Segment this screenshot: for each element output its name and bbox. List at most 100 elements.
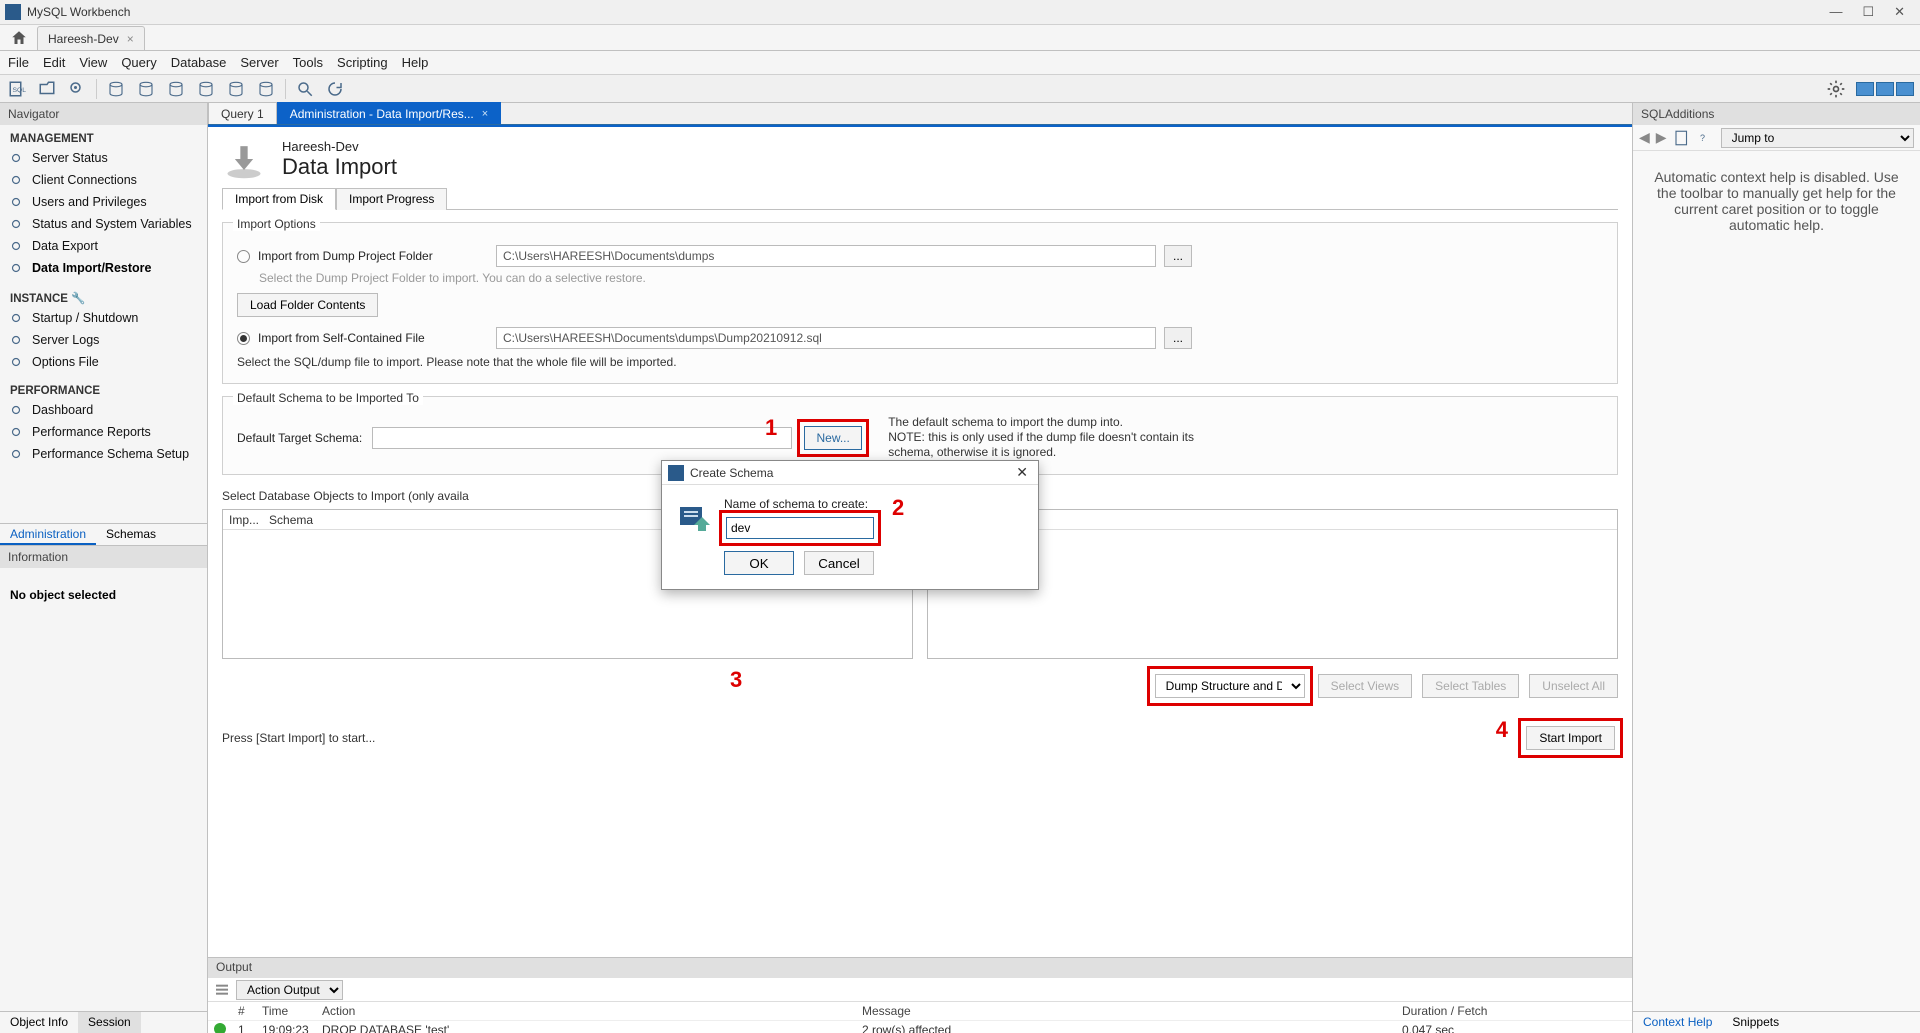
menu-database[interactable]: Database [171,55,227,70]
col-schema: Schema [269,513,313,527]
nav-item-label: Options File [32,355,99,369]
nav-back-button[interactable]: ◀ [1639,129,1650,146]
auto-help-icon[interactable]: ? [1697,129,1715,147]
browse-self-contained-button[interactable]: ... [1164,327,1192,349]
radio-dump-folder[interactable] [237,250,250,263]
navigator-tabs: Administration Schemas [0,523,207,545]
annotation-4: 4 [1496,717,1508,743]
select-views-button[interactable]: Select Views [1318,674,1412,698]
tab-schemas[interactable]: Schemas [96,524,166,545]
nav-item-performance-reports[interactable]: Performance Reports [0,421,207,443]
ok-button[interactable]: OK [724,551,794,575]
menu-bar: File Edit View Query Database Server Too… [0,51,1920,75]
connection-tab-label: Hareesh-Dev [48,32,119,46]
nav-item-label: Server Logs [32,333,99,347]
information-title: Information [0,546,207,568]
radio-self-contained[interactable] [237,332,250,345]
annotation-3: 3 [730,667,742,693]
output-panel: Output Action Output # Time Action Messa… [208,957,1632,1033]
editor-tab-query1[interactable]: Query 1 [208,102,277,124]
col-duration: Duration / Fetch [1396,1002,1632,1020]
toolbar-db-6[interactable] [255,78,277,100]
browse-dump-folder-button[interactable]: ... [1164,245,1192,267]
toggle-right-panel[interactable] [1896,82,1914,96]
dialog-close-button[interactable]: ✕ [1012,464,1032,481]
nav-forward-button[interactable]: ▶ [1656,129,1667,146]
toolbar-db-5[interactable] [225,78,247,100]
toolbar-db-2[interactable] [135,78,157,100]
import-options-title: Import Options [233,217,320,231]
nav-item-label: Data Export [32,239,98,253]
tab-session[interactable]: Session [78,1012,141,1033]
toolbar-search[interactable] [294,78,316,100]
toolbar-inspector[interactable] [66,78,88,100]
nav-item-server-logs[interactable]: Server Logs [0,329,207,351]
nav-item-status-and-system-variables[interactable]: Status and System Variables [0,213,207,235]
tab-snippets[interactable]: Snippets [1722,1012,1789,1033]
output-type-select[interactable]: Action Output [236,980,343,1000]
tab-administration[interactable]: Administration [0,524,96,545]
connection-tab[interactable]: Hareesh-Dev × [37,26,145,50]
nav-item-server-status[interactable]: Server Status [0,147,207,169]
load-folder-contents-button[interactable]: Load Folder Contents [237,293,378,317]
jump-to-select[interactable]: Jump to [1721,128,1914,148]
tab-object-info[interactable]: Object Info [0,1012,78,1033]
dump-structure-select[interactable]: Dump Structure and Dat [1155,674,1305,698]
unselect-all-button[interactable]: Unselect All [1529,674,1618,698]
select-tables-button[interactable]: Select Tables [1422,674,1519,698]
gear-icon[interactable] [1826,79,1846,99]
home-button[interactable] [5,26,33,50]
toolbar-db-1[interactable] [105,78,127,100]
default-target-schema-input[interactable] [372,427,792,449]
toggle-left-panel[interactable] [1856,82,1874,96]
toolbar-open-sql[interactable] [36,78,58,100]
minimize-button[interactable]: — [1829,4,1842,20]
close-icon[interactable]: × [482,108,488,120]
editor-tab-data-import[interactable]: Administration - Data Import/Res...× [277,102,502,124]
annotation-1: 1 [765,415,777,441]
toolbar-reconnect[interactable] [324,78,346,100]
app-icon [5,4,21,20]
output-row[interactable]: 1 19:09:23 DROP DATABASE 'test' 2 row(s)… [208,1021,1632,1033]
nav-item-dashboard[interactable]: Dashboard [0,399,207,421]
maximize-button[interactable]: ☐ [1862,4,1874,20]
dialog-title: Create Schema [690,466,1012,480]
new-schema-button[interactable]: New... [804,426,862,450]
nav-item-options-file[interactable]: Options File [0,351,207,373]
close-icon[interactable]: × [127,32,134,46]
report-icon [8,424,24,440]
schema-name-input[interactable] [726,517,874,539]
nav-item-users-and-privileges[interactable]: Users and Privileges [0,191,207,213]
cancel-button[interactable]: Cancel [804,551,874,575]
toolbar-db-4[interactable] [195,78,217,100]
tab-context-help[interactable]: Context Help [1633,1012,1722,1033]
menu-help[interactable]: Help [402,55,429,70]
toggle-bottom-panel[interactable] [1876,82,1894,96]
dump-folder-path-input[interactable] [496,245,1156,267]
start-import-button[interactable]: Start Import [1526,726,1615,750]
toolbar-db-3[interactable] [165,78,187,100]
col-message: Message [856,1002,1396,1020]
menu-query[interactable]: Query [121,55,156,70]
dialog-app-icon [668,465,684,481]
menu-file[interactable]: File [8,55,29,70]
menu-tools[interactable]: Tools [293,55,323,70]
tab-import-progress[interactable]: Import Progress [336,188,447,210]
menu-server[interactable]: Server [240,55,278,70]
press-start-label: Press [Start Import] to start... [222,731,375,745]
nav-item-performance-schema-setup[interactable]: Performance Schema Setup [0,443,207,465]
tab-import-from-disk[interactable]: Import from Disk [222,188,336,210]
nav-item-data-import-restore[interactable]: Data Import/Restore [0,257,207,279]
menu-view[interactable]: View [79,55,107,70]
close-button[interactable]: ✕ [1894,4,1905,20]
menu-edit[interactable]: Edit [43,55,65,70]
sql-additions-title: SQLAdditions [1633,103,1920,125]
radio-self-contained-label: Import from Self-Contained File [258,331,488,345]
nav-item-client-connections[interactable]: Client Connections [0,169,207,191]
self-contained-path-input[interactable] [496,327,1156,349]
nav-item-startup-shutdown[interactable]: Startup / Shutdown [0,307,207,329]
toolbar-new-sql-tab[interactable]: SQL [6,78,28,100]
help-page-icon[interactable] [1673,129,1691,147]
nav-item-data-export[interactable]: Data Export [0,235,207,257]
menu-scripting[interactable]: Scripting [337,55,388,70]
